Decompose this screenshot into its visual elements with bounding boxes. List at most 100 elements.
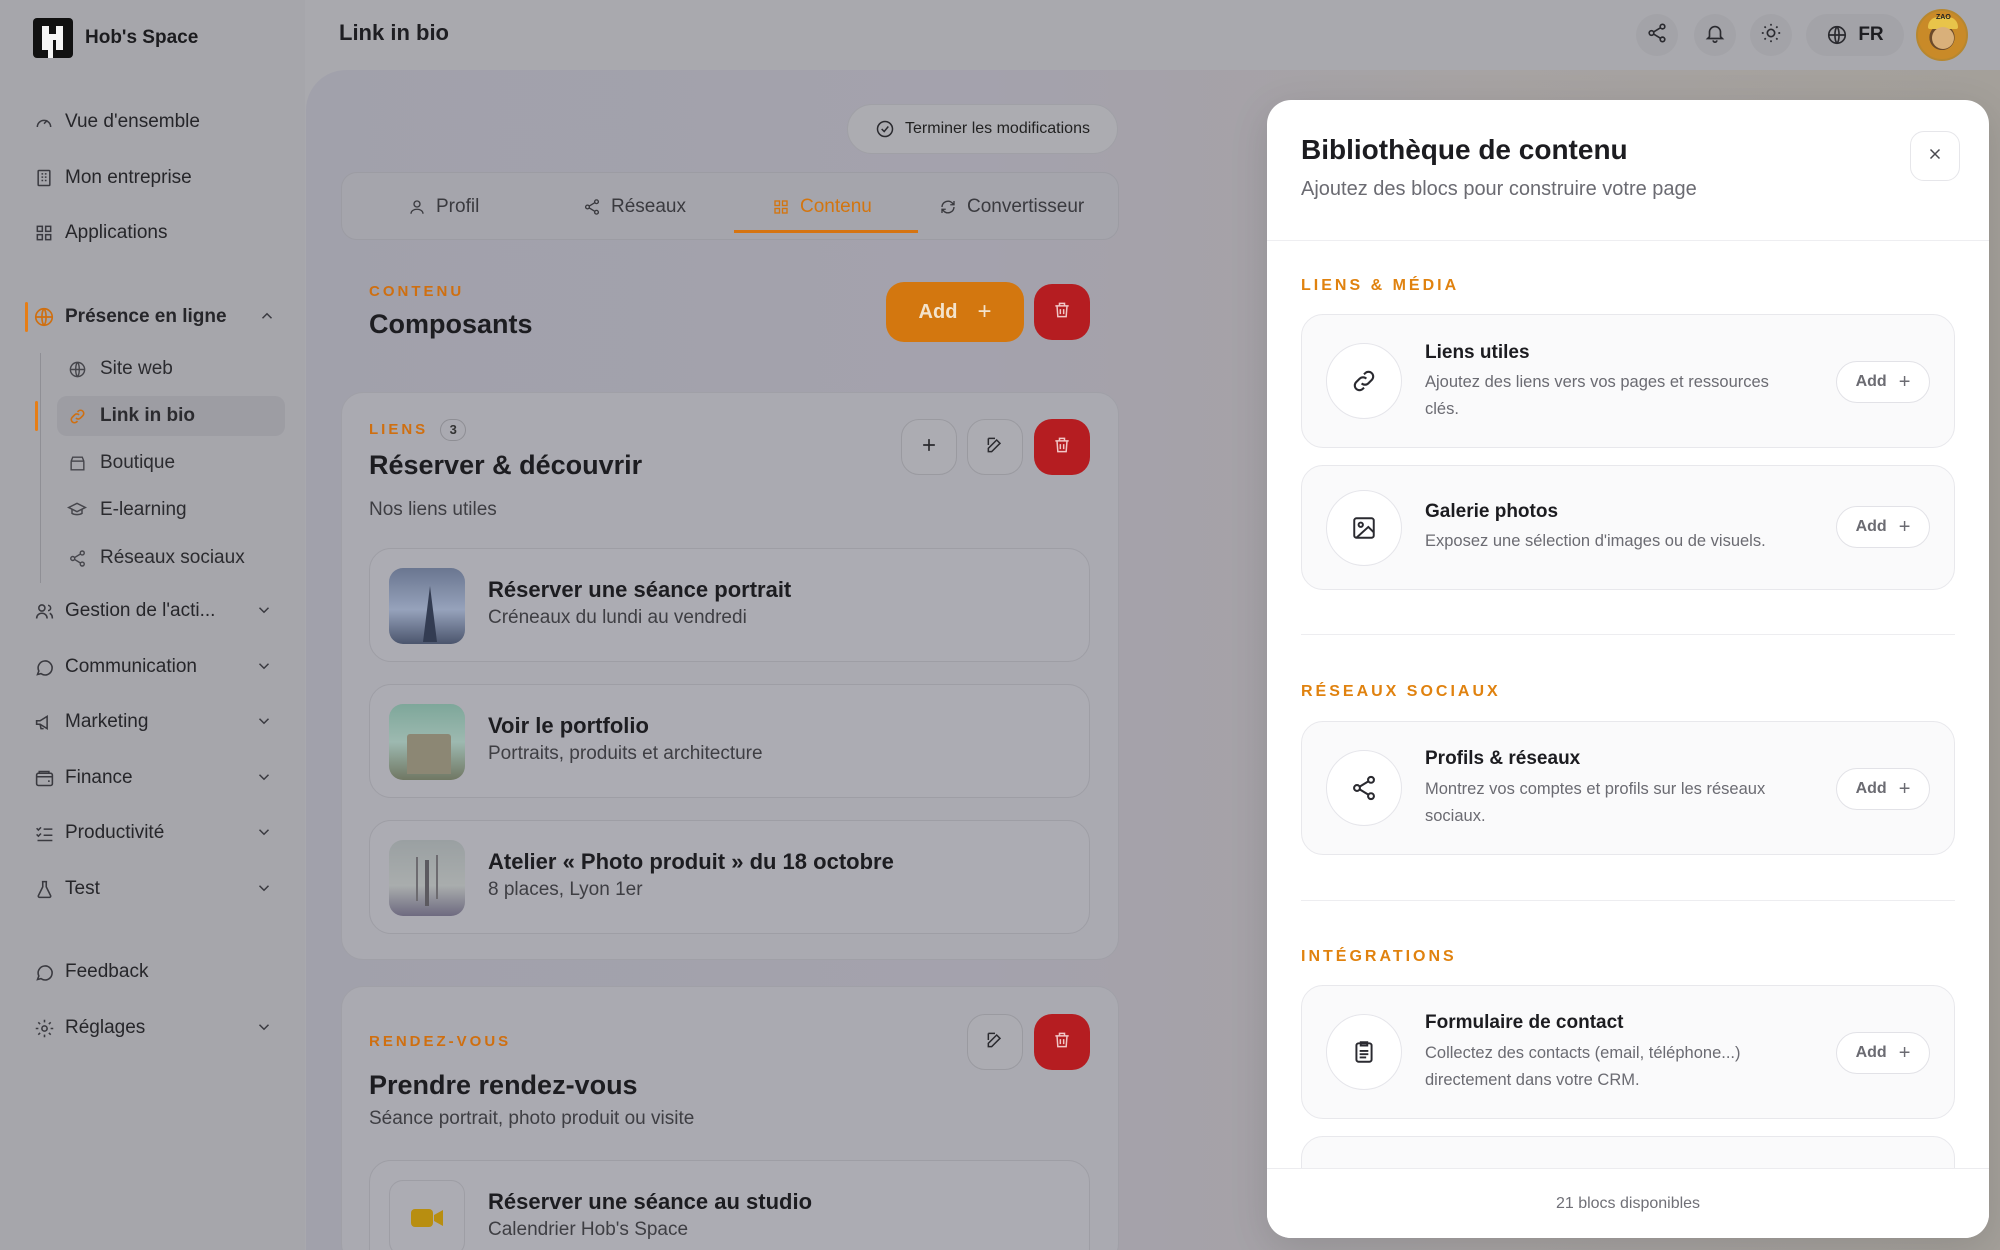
finish-editing-label: Terminer les modifications <box>905 120 1090 137</box>
graduation-icon <box>67 500 87 520</box>
gauge-icon <box>33 111 55 133</box>
language-button[interactable]: FR <box>1806 14 1904 56</box>
chevron-down-icon[interactable] <box>255 879 273 903</box>
video-thumbnail <box>389 1180 465 1250</box>
link-item[interactable]: Atelier « Photo produit » du 18 octobre … <box>369 820 1090 934</box>
trash-icon <box>1052 1030 1072 1055</box>
edit-rdv-button[interactable] <box>967 1014 1023 1070</box>
chevron-down-icon[interactable] <box>255 712 273 736</box>
sidebar-item-link-in-bio[interactable]: Link in bio <box>57 396 285 436</box>
link-item[interactable]: Voir le portfolio Portraits, produits et… <box>369 684 1090 798</box>
finish-editing-button[interactable]: Terminer les modifications <box>847 104 1118 154</box>
delete-rdv-button[interactable] <box>1034 1014 1090 1070</box>
add-component-button[interactable]: Add + <box>886 282 1024 342</box>
theme-toggle-button[interactable] <box>1750 14 1792 56</box>
tab-profil[interactable]: Profil <box>408 173 479 241</box>
sidebar-item-label: Réglages <box>65 1017 146 1038</box>
sidebar-item-reseaux[interactable]: Réseaux sociaux <box>67 538 287 578</box>
block-liens-utiles: Liens utiles Ajoutez des liens vers vos … <box>1301 314 1955 448</box>
library-subtitle: Ajoutez des blocs pour construire votre … <box>1301 178 1697 200</box>
add-block-button[interactable]: Add + <box>1836 506 1930 548</box>
block-title: Profils & réseaux <box>1425 748 1581 769</box>
sidebar-group-test[interactable]: Test <box>33 869 273 909</box>
share-icon <box>584 199 600 215</box>
add-block-button[interactable]: Add + <box>1836 768 1930 810</box>
brand-name: Hob's Space <box>85 27 199 48</box>
share-button[interactable] <box>1636 14 1678 56</box>
chevron-down-icon[interactable] <box>255 1018 273 1042</box>
sidebar-item-label: Mon entreprise <box>65 167 192 188</box>
add-link-button[interactable] <box>901 419 957 475</box>
notifications-button[interactable] <box>1694 14 1736 56</box>
rdv-eyebrow: RENDEZ-VOUS <box>369 1033 512 1050</box>
sidebar-item-label: Réseaux sociaux <box>100 547 245 568</box>
sun-icon <box>1760 22 1782 49</box>
add-label: Add <box>1855 780 1887 797</box>
delete-links-button[interactable] <box>1034 419 1090 475</box>
sidebar-item-site-web[interactable]: Site web <box>67 349 287 389</box>
sidebar-item-label: Boutique <box>100 452 176 473</box>
blocks-count: 21 blocs disponibles <box>1555 1194 1701 1212</box>
trash-icon <box>1052 300 1072 325</box>
plus-icon: + <box>1898 777 1911 800</box>
close-button[interactable] <box>1910 131 1960 181</box>
chevron-up-icon[interactable] <box>258 307 276 331</box>
add-block-button[interactable]: Add + <box>1836 1032 1930 1074</box>
sidebar-item-label: Applications <box>65 222 168 243</box>
add-label: Add <box>1855 1044 1887 1061</box>
share-icon <box>67 548 87 568</box>
sidebar-group-gestion[interactable]: Gestion de l'acti... <box>33 591 273 631</box>
add-block-button[interactable]: Add + <box>1836 361 1930 403</box>
globe-icon <box>33 306 55 328</box>
link-item[interactable]: Réserver une séance portrait Créneaux du… <box>369 548 1090 662</box>
block-description: Montrez vos comptes et profils sur les r… <box>1425 780 1766 825</box>
add-label: Add <box>1855 373 1887 390</box>
components-eyebrow: CONTENU <box>369 283 465 300</box>
sidebar-item-applications[interactable]: Applications <box>33 213 273 253</box>
sidebar-group-productivite[interactable]: Productivité <box>33 813 273 853</box>
sidebar-group-communication[interactable]: Communication <box>33 647 273 687</box>
link-subtitle: Portraits, produits et architecture <box>488 743 763 764</box>
grid-icon <box>33 222 55 244</box>
video-camera-icon <box>411 1209 443 1227</box>
sidebar-item-overview[interactable]: Vue d'ensemble <box>33 102 273 142</box>
link-title: Voir le portfolio <box>488 713 649 738</box>
add-label: Add <box>918 300 958 323</box>
users-icon <box>33 600 55 622</box>
tab-reseaux[interactable]: Réseaux <box>583 173 686 241</box>
plus-icon: + <box>977 298 992 325</box>
avatar[interactable]: ZAO <box>1916 9 1968 61</box>
sidebar-item-company[interactable]: Mon entreprise <box>33 158 273 198</box>
rdv-item[interactable]: Réserver une séance au studio Calendrier… <box>369 1160 1090 1250</box>
sidebar-item-elearning[interactable]: E-learning <box>67 490 287 530</box>
active-item-indicator <box>35 401 38 431</box>
edit-links-button[interactable] <box>967 419 1023 475</box>
avatar-tag: ZAO <box>1936 14 1951 21</box>
sidebar-group-marketing[interactable]: Marketing <box>33 702 273 742</box>
links-eyebrow-label: LIENS <box>369 420 429 438</box>
tab-label: Réseaux <box>611 196 686 217</box>
sidebar-group-finance[interactable]: Finance <box>33 758 273 798</box>
content-library-panel: Bibliothèque de contenu Ajoutez des bloc… <box>1267 100 1989 1238</box>
tab-convertisseur[interactable]: Convertisseur <box>939 173 1084 241</box>
link-title: Réserver une séance portrait <box>488 577 792 602</box>
delete-components-button[interactable] <box>1034 284 1090 340</box>
chevron-down-icon[interactable] <box>255 768 273 792</box>
sidebar-group-presence[interactable]: Présence en ligne <box>33 297 273 337</box>
link-title: Atelier « Photo produit » du 18 octobre <box>488 849 894 874</box>
chevron-down-icon[interactable] <box>255 601 273 625</box>
checklist-icon <box>33 822 55 844</box>
sidebar-item-boutique[interactable]: Boutique <box>67 443 287 483</box>
block-profils-reseaux: Profils & réseaux Montrez vos comptes et… <box>1301 721 1955 855</box>
plus-icon <box>919 435 939 460</box>
chevron-down-icon[interactable] <box>255 657 273 681</box>
brand[interactable]: Hob's Space <box>33 18 198 58</box>
page-title: Link in bio <box>339 20 449 45</box>
section-separator <box>1301 900 1955 901</box>
link-icon <box>1326 343 1402 419</box>
sidebar-item-feedback[interactable]: Feedback <box>33 952 273 992</box>
section-title: INTÉGRATIONS <box>1301 948 1457 965</box>
chevron-down-icon[interactable] <box>255 823 273 847</box>
user-icon <box>410 200 424 214</box>
sidebar-group-reglages[interactable]: Réglages <box>33 1008 273 1048</box>
